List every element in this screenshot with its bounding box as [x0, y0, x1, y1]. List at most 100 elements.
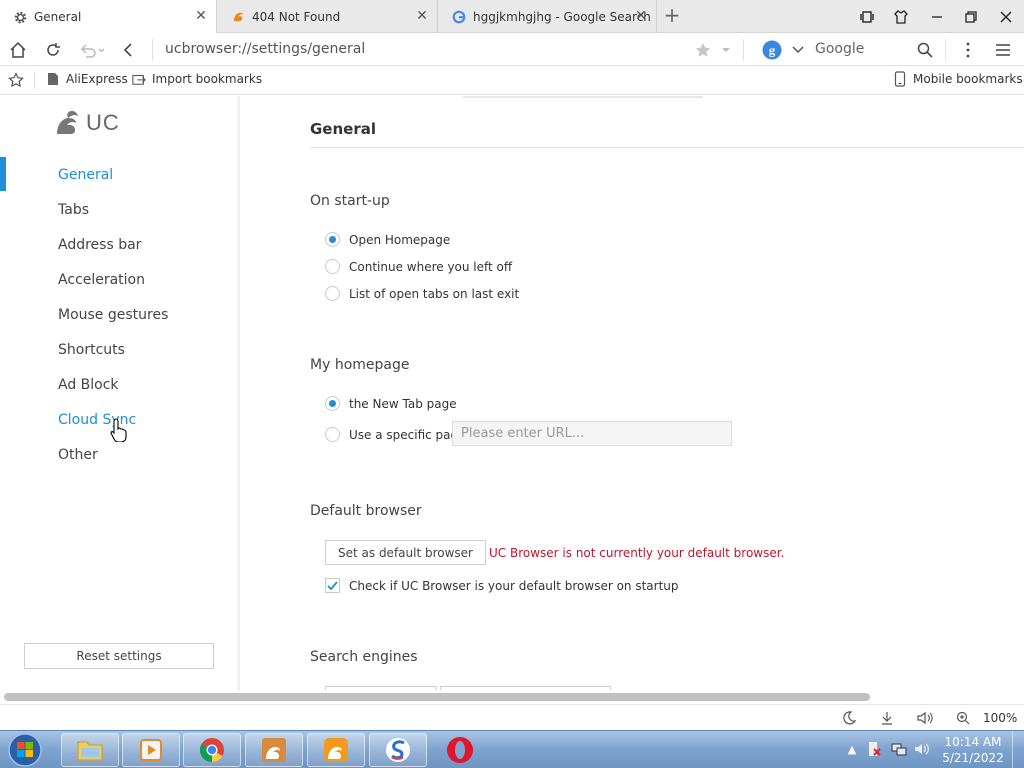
homepage-option-new-tab[interactable]: the New Tab page	[325, 396, 457, 411]
option-label: List of open tabs on last exit	[349, 286, 520, 301]
bookmark-import[interactable]: Import bookmarks	[132, 72, 262, 86]
sidebar-item-tabs[interactable]: Tabs	[58, 202, 89, 218]
tab-google-search[interactable]: hggjkmhgjhg - Google Search ✕	[439, 0, 657, 33]
zoom-icon[interactable]	[954, 710, 972, 726]
sidebar-item-ad-block[interactable]: Ad Block	[58, 377, 119, 393]
start-button[interactable]	[3, 732, 47, 768]
undo-close-tab-button[interactable]	[78, 39, 106, 61]
home-button[interactable]	[7, 39, 29, 61]
check-default-option[interactable]: Check if UC Browser is your default brow…	[325, 578, 679, 593]
download-icon[interactable]	[878, 710, 896, 726]
url-field[interactable]: ucbrowser://settings/general	[165, 41, 365, 57]
media-player-icon	[140, 739, 162, 761]
option-label: Continue where you left off	[349, 259, 513, 274]
sidebar-item-shortcuts[interactable]: Shortcuts	[58, 342, 125, 358]
tab-label: hggjkmhgjhg - Google Search	[473, 9, 651, 24]
chevron-down-icon[interactable]	[787, 39, 809, 61]
taskbar-app-s[interactable]	[369, 733, 427, 767]
sidebar-item-other[interactable]: Other	[58, 447, 98, 463]
homepage-option-specific[interactable]: Use a specific page	[325, 427, 466, 442]
taskbar-uc-browser[interactable]	[307, 733, 365, 767]
close-icon[interactable]: ✕	[634, 9, 648, 23]
uc-logo: UC	[54, 110, 120, 136]
radio-button[interactable]	[325, 427, 340, 442]
new-tab-button[interactable]: +	[662, 5, 682, 26]
sidebar-item-mouse-gestures[interactable]: Mouse gestures	[58, 307, 168, 323]
page-title: General	[310, 120, 376, 138]
taskbar-clock[interactable]: 10:14 AM 5/21/2022	[942, 734, 1004, 766]
windows-taskbar: ▲ 10:14 AM 5/21/2022	[0, 730, 1024, 768]
search-icon[interactable]	[914, 39, 936, 61]
radio-button[interactable]	[325, 232, 340, 247]
google-icon	[451, 9, 467, 25]
sidebar-item-acceleration[interactable]: Acceleration	[58, 272, 145, 288]
startup-heading: On start-up	[310, 193, 390, 209]
zoom-level[interactable]: 100%	[983, 711, 1017, 725]
tab-general[interactable]: General ✕	[0, 0, 217, 34]
chevron-up-icon[interactable]: ▲	[844, 741, 860, 757]
radio-button[interactable]	[325, 259, 340, 274]
show-desktop-button[interactable]	[1012, 731, 1024, 768]
bookmark-aliexpress[interactable]: AliExpress	[46, 72, 128, 86]
tab-label: 404 Not Found	[252, 9, 341, 24]
horizontal-scrollbar[interactable]	[0, 690, 1024, 704]
night-mode-icon[interactable]	[840, 710, 858, 726]
address-toolbar: ucbrowser://settings/general g Google	[0, 33, 1024, 66]
logo-text: UC	[86, 110, 120, 135]
reload-button[interactable]	[42, 39, 64, 61]
scrollbar-thumb[interactable]	[4, 693, 870, 701]
search-engine-field[interactable]: Google	[815, 41, 864, 57]
action-center-icon[interactable]	[866, 741, 882, 757]
close-icon[interactable]: ✕	[415, 9, 429, 23]
taskbar-media-player[interactable]	[122, 733, 180, 767]
hand-cursor-icon	[110, 418, 127, 442]
startup-option-open-tabs[interactable]: List of open tabs on last exit	[325, 286, 519, 301]
taskbar-chrome[interactable]	[183, 733, 241, 767]
checkbox[interactable]	[325, 578, 340, 593]
sidebar-item-address-bar[interactable]: Address bar	[58, 237, 141, 253]
radio-button[interactable]	[325, 286, 340, 301]
skin-shirt-icon[interactable]	[890, 6, 912, 28]
star-icon[interactable]	[692, 39, 714, 61]
homepage-heading: My homepage	[310, 357, 410, 373]
uc-squirrel-icon	[57, 111, 78, 134]
back-button[interactable]	[117, 39, 139, 61]
close-window-button[interactable]	[995, 6, 1017, 28]
set-default-browser-button[interactable]: Set as default browser	[325, 540, 486, 565]
divider	[310, 147, 1024, 148]
close-icon[interactable]: ✕	[194, 9, 208, 23]
taskbar-explorer[interactable]	[61, 733, 119, 767]
speaker-icon[interactable]	[914, 741, 930, 757]
network-icon[interactable]	[891, 741, 907, 757]
taskbar-uc-installer[interactable]	[245, 733, 303, 767]
taskbar-opera[interactable]	[431, 733, 489, 767]
tab-404[interactable]: 404 Not Found ✕	[218, 0, 438, 33]
more-vertical-icon[interactable]	[957, 39, 979, 61]
restore-button[interactable]	[960, 6, 982, 28]
volume-icon[interactable]	[917, 710, 935, 726]
chevron-down-icon[interactable]	[715, 39, 737, 61]
status-bar: 100%	[0, 704, 1024, 730]
radio-button[interactable]	[325, 396, 340, 411]
clock-time: 10:14 AM	[944, 735, 1002, 749]
tab-mode-icon[interactable]	[856, 6, 878, 28]
bookmark-label: AliExpress	[66, 72, 128, 86]
option-label: Check if UC Browser is your default brow…	[349, 578, 679, 593]
reset-settings-button[interactable]: Reset settings	[24, 643, 214, 669]
startup-option-continue[interactable]: Continue where you left off	[325, 259, 512, 274]
check-icon	[327, 580, 338, 590]
mobile-bookmarks[interactable]: Mobile bookmarks	[893, 71, 1023, 87]
bookmarks-bar: AliExpress Import bookmarks Mobile bookm…	[0, 66, 1024, 95]
search-engines-heading: Search engines	[310, 649, 418, 665]
google-engine-icon[interactable]: g	[761, 39, 783, 61]
separator	[743, 39, 744, 61]
startup-option-homepage[interactable]: Open Homepage	[325, 232, 450, 247]
minimize-button[interactable]	[926, 6, 948, 28]
bookmark-star-icon[interactable]	[8, 72, 24, 88]
homepage-url-input[interactable]: Please enter URL...	[452, 421, 732, 446]
menu-icon[interactable]	[992, 39, 1014, 61]
sidebar-item-general[interactable]: General	[58, 167, 113, 183]
gear-icon	[12, 9, 28, 25]
bookmark-label: Import bookmarks	[152, 72, 263, 86]
option-label: Use a specific page	[349, 427, 466, 442]
